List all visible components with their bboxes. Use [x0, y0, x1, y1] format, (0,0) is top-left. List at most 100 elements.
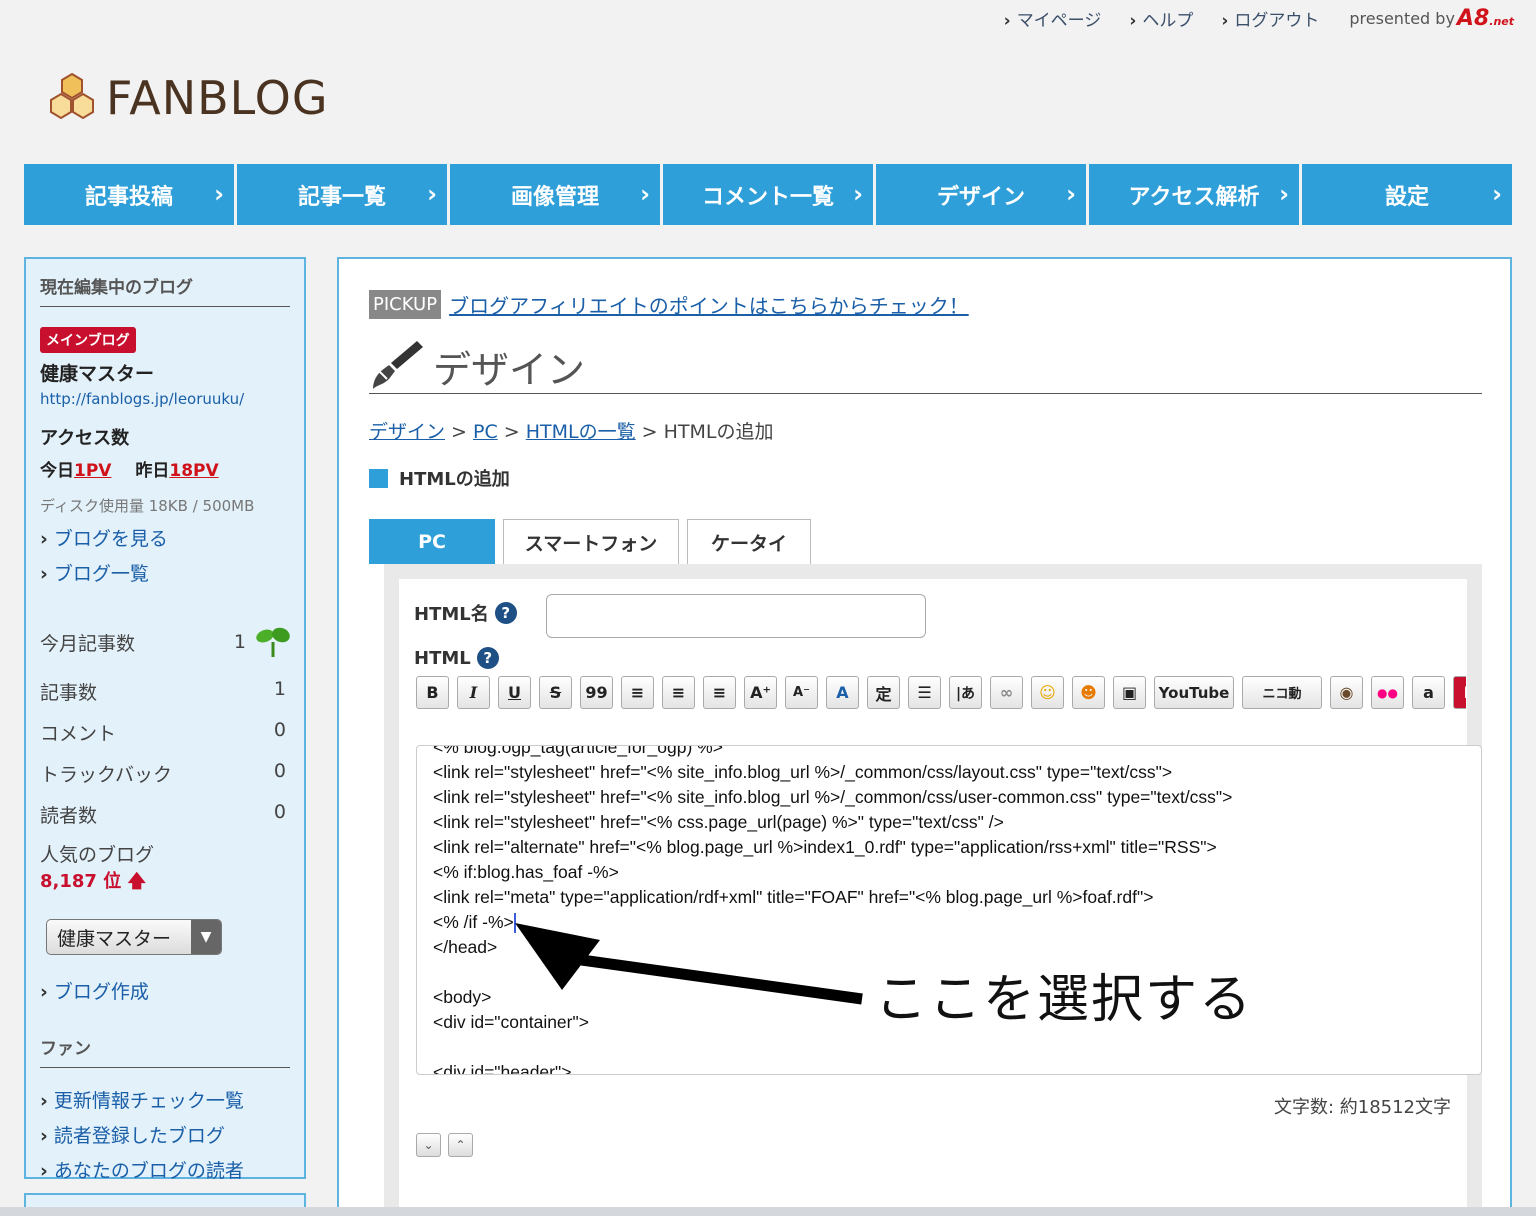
blog-name: 健康マスター	[40, 363, 155, 385]
stat-comments: コメント 0	[40, 719, 286, 745]
annotation-arrow	[515, 923, 863, 1005]
breadcrumb: デザイン > PC > HTMLの一覧 > HTMLの追加	[369, 421, 774, 443]
nav-image-manage[interactable]: 画像管理 ›	[450, 164, 660, 225]
yesterday-pv-link[interactable]: 18PV	[169, 461, 218, 481]
help-link[interactable]: ヘルプ	[1129, 6, 1193, 31]
tab-smartphone[interactable]: スマートフォン	[503, 519, 679, 564]
instagram-icon[interactable]: ◉	[1330, 676, 1363, 709]
emoticon-icon[interactable]: ☻	[1072, 676, 1105, 709]
nav-article-list[interactable]: 記事一覧 ›	[237, 164, 447, 225]
rakuten-icon[interactable]: P	[1453, 676, 1466, 709]
fixed-phrase-button[interactable]: 定	[867, 676, 900, 709]
chevron-right-icon: ›	[214, 180, 224, 208]
chevron-right-icon: ›	[1279, 180, 1289, 208]
link-icon[interactable]: ∞	[990, 676, 1023, 709]
expand-down-icon[interactable]: ⌄	[416, 1133, 441, 1157]
help-question-icon[interactable]: ?	[494, 602, 517, 624]
pickup-tag: PICKUP	[369, 290, 442, 319]
stat-readers: 読者数 0	[40, 801, 286, 827]
tab-pc[interactable]: PC	[369, 519, 495, 564]
editing-blog-heading: 現在編集中のブログ	[40, 273, 290, 307]
honeycomb-logo-icon	[50, 72, 94, 120]
bold-button[interactable]: B	[416, 676, 449, 709]
stats-list: 記事数 1 コメント 0 トラックバック 0 読者数 0	[40, 678, 290, 828]
font-larger-button[interactable]: A⁺	[744, 676, 777, 709]
help-question-icon[interactable]: ?	[476, 647, 499, 669]
nav-settings[interactable]: 設定 ›	[1302, 164, 1512, 225]
main-nav: 記事投稿 › 記事一覧 › 画像管理 › コメント一覧 › デザイン › アクセス解析 › …	[24, 164, 1512, 225]
paintbrush-icon	[373, 341, 423, 389]
align-left-button[interactable]: ≡	[621, 676, 654, 709]
update-check-link[interactable]: 更新情報チェック一覧	[40, 1086, 290, 1113]
subscribed-blogs-link[interactable]: 読者登録したブログ	[40, 1121, 290, 1148]
font-smaller-button[interactable]: A⁻	[785, 676, 818, 709]
collapse-up-icon[interactable]: ⌃	[448, 1133, 473, 1157]
amazon-icon[interactable]: a	[1412, 676, 1445, 709]
nav-post-article[interactable]: 記事投稿 ›	[24, 164, 234, 225]
editor-wrapper: HTML名 ? HTML ? B I U S 99 ≡ ≡ ≡ A⁺ A⁻ A …	[384, 564, 1482, 1216]
create-blog-link[interactable]: ブログ作成	[40, 977, 290, 1004]
flickr-icon[interactable]: ●●	[1371, 676, 1404, 709]
html-editor-form: HTML名 ? HTML ? B I U S 99 ≡ ≡ ≡ A⁺ A⁻ A …	[399, 579, 1482, 1216]
char-count: 文字数: 約18512文字	[1273, 1097, 1451, 1118]
tab-mobile[interactable]: ケータイ	[687, 519, 811, 564]
chevron-right-icon: ›	[427, 180, 437, 208]
list-button[interactable]: ☰	[908, 676, 941, 709]
italic-button[interactable]: I	[457, 676, 490, 709]
stat-trackbacks: トラックバック 0	[40, 760, 286, 786]
blog-url-link[interactable]: http://fanblogs.jp/leoruuku/	[40, 390, 290, 408]
html-name-label: HTML名 ?	[414, 600, 517, 626]
font-color-button[interactable]: A	[826, 676, 859, 709]
main-blog-badge: メインブログ	[40, 327, 136, 353]
nav-comment-list[interactable]: コメント一覧 ›	[663, 164, 873, 225]
pickup-banner: PICKUP ブログアフィリエイトのポイントはこちらからチェック！	[369, 290, 969, 319]
breadcrumb-pc[interactable]: PC	[473, 421, 498, 443]
fan-heading: ファン	[40, 1034, 290, 1068]
blog-list-link[interactable]: ブログ一覧	[40, 559, 290, 586]
dropdown-arrow-icon: ▼	[191, 920, 221, 954]
pickup-link[interactable]: ブログアフィリエイトのポイントはこちらからチェック！	[449, 290, 969, 319]
strikethrough-button[interactable]: S	[539, 676, 572, 709]
device-tabs: PC スマートフォン ケータイ	[369, 519, 819, 564]
popular-blog-label: 人気のブログ	[40, 844, 155, 866]
nav-design[interactable]: デザイン ›	[876, 164, 1086, 225]
html-label: HTML ?	[414, 647, 499, 669]
ruby-button[interactable]: |あ	[949, 676, 982, 709]
fanblog-logo[interactable]: FANBLOG	[44, 70, 329, 126]
my-readers-link[interactable]: あなたのブログの読者	[40, 1156, 290, 1183]
editor-toolbar: B I U S 99 ≡ ≡ ≡ A⁺ A⁻ A 定 ☰ |あ ∞ ☺ ☻ ▣ …	[416, 676, 1466, 712]
emoji-icon[interactable]: ☺	[1031, 676, 1064, 709]
sprout-icon	[256, 627, 290, 657]
niconico-icon[interactable]: ニコ動	[1242, 676, 1322, 709]
presented-by-text: presented by	[1349, 9, 1455, 28]
align-right-button[interactable]: ≡	[703, 676, 736, 709]
image-icon[interactable]: ▣	[1113, 676, 1146, 709]
page-title: デザイン	[369, 339, 1482, 394]
nav-access-analysis[interactable]: アクセス解析 ›	[1089, 164, 1299, 225]
arrow-up-icon: 🡅	[127, 871, 146, 892]
breadcrumb-html-list[interactable]: HTMLの一覧	[526, 421, 636, 443]
mypage-link[interactable]: マイページ	[1004, 6, 1102, 31]
align-center-button[interactable]: ≡	[662, 676, 695, 709]
underline-button[interactable]: U	[498, 676, 531, 709]
disk-usage: ディスク使用量 18KB / 500MB	[40, 497, 255, 515]
square-bullet-icon	[369, 468, 388, 488]
view-blog-link[interactable]: ブログを見る	[40, 524, 290, 551]
popular-blog-rank: 8,187 位 🡅	[40, 871, 146, 892]
breadcrumb-design[interactable]: デザイン	[369, 421, 445, 443]
logout-link[interactable]: ログアウト	[1221, 6, 1319, 31]
youtube-icon[interactable]: YouTube	[1154, 676, 1234, 709]
chevron-right-icon: ›	[640, 180, 650, 208]
a8net-logo[interactable]: A8.net	[1457, 6, 1514, 31]
today-pv-link[interactable]: 1PV	[74, 461, 111, 481]
breadcrumb-current: HTMLの追加	[663, 421, 774, 443]
quote-button[interactable]: 99	[580, 676, 613, 709]
top-utility-nav: マイページ ヘルプ ログアウト presented by A8.net	[976, 6, 1514, 31]
chevron-right-icon: ›	[853, 180, 863, 208]
access-heading: アクセス数	[40, 428, 130, 449]
access-values: 今日1PV 昨日18PV	[40, 461, 219, 481]
html-name-input[interactable]	[546, 594, 926, 638]
blog-select[interactable]: 健康マスター ▼	[46, 919, 222, 955]
logo-wordmark: FANBLOG	[106, 71, 329, 125]
chevron-right-icon: ›	[1066, 180, 1076, 208]
